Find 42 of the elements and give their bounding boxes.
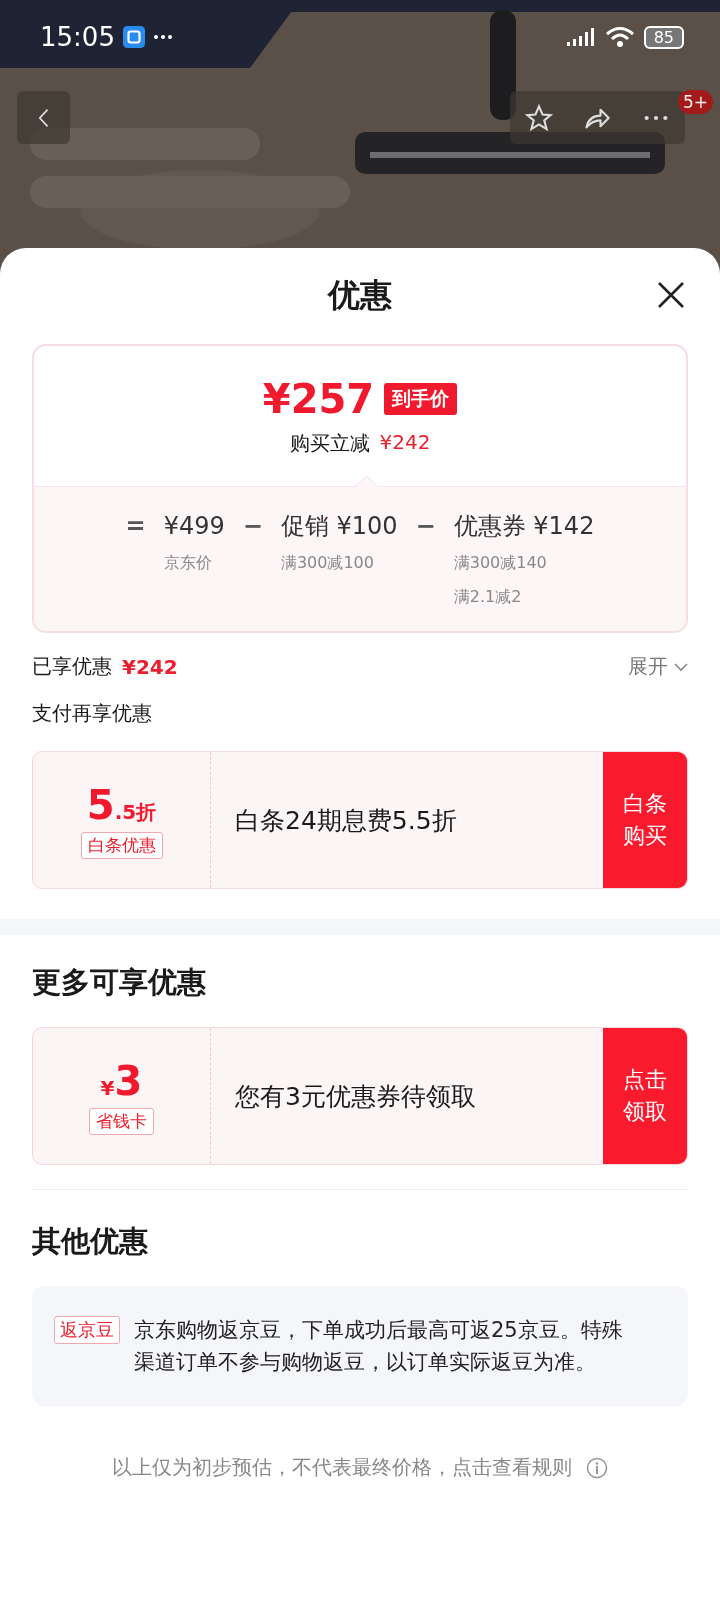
price-component: 促销 ¥100 — [280, 511, 398, 542]
offer-value-suffix: .5折 — [114, 798, 157, 826]
price-note: 满2.1减2 — [453, 586, 523, 608]
expand-button[interactable]: 展开 — [628, 653, 688, 680]
offer-text: 白条24期息费5.5折 — [234, 804, 458, 837]
sheet-title: 优惠 — [328, 275, 392, 316]
final-price: ¥257 — [262, 375, 375, 422]
bean-tag: 返京豆 — [54, 1316, 120, 1344]
saving-amount: ¥242 — [379, 429, 431, 456]
info-icon[interactable] — [586, 1456, 608, 1479]
offer-value: 5 — [86, 781, 115, 828]
price-note: 满300减140 — [453, 552, 548, 574]
price-component: 优惠券 ¥142 — [453, 511, 595, 542]
section-title: 更多可享优惠 — [32, 964, 207, 1001]
saving-label: 购买立减 — [289, 429, 370, 457]
operator-sign: − — [242, 511, 263, 542]
section-subtitle: 支付再享优惠 — [32, 700, 153, 727]
offer-action-button[interactable]: 白条购买 — [603, 752, 687, 888]
chevron-down-icon — [674, 661, 688, 672]
enjoyed-label: 已享优惠 — [32, 653, 112, 680]
currency-sign: ¥ — [100, 1075, 115, 1100]
enjoyed-amount: ¥242 — [122, 654, 178, 679]
info-text: 京东购物返京豆，下单成功后最高可返25京豆。特殊渠道订单不参与购物返豆，以订单实际返豆为准。 — [134, 1317, 624, 1376]
offer-value: 3 — [114, 1057, 143, 1104]
operator-sign: − — [415, 511, 436, 542]
offer-text: 您有3元优惠券待领取 — [234, 1080, 477, 1113]
offer-action-button[interactable]: 点击领取 — [603, 1028, 687, 1164]
status-time: 15:05 — [40, 22, 115, 52]
price-note: 满300减100 — [280, 552, 375, 574]
offer-tag: 省钱卡 — [89, 1107, 154, 1135]
price-note: 京东价 — [163, 552, 213, 574]
more-notifications-icon — [152, 34, 173, 40]
star-icon[interactable] — [525, 103, 554, 132]
section-title: 其他优惠 — [32, 1223, 149, 1260]
disclaimer-link[interactable]: 以上仅为初步预估，不代表最终价格，点击查看规则 — [112, 1454, 572, 1481]
price-component: ¥499 — [163, 511, 225, 542]
wifi-icon — [603, 26, 636, 48]
offer-tag: 白条优惠 — [80, 831, 163, 859]
final-price-tag: 到手价 — [384, 382, 458, 415]
close-icon[interactable] — [656, 280, 686, 310]
operator-sign: = — [125, 511, 146, 542]
app-notification-icon — [122, 26, 145, 48]
